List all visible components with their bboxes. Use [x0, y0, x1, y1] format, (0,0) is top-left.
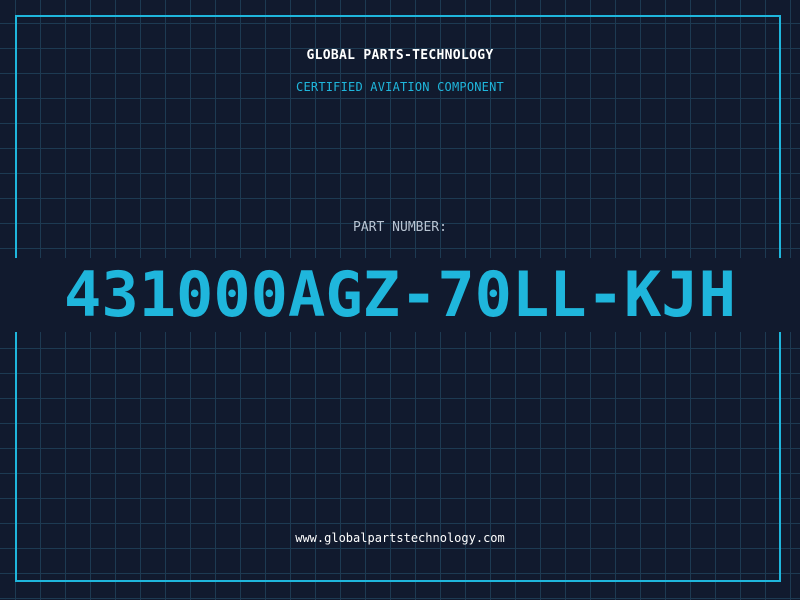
- part-label-card: GLOBAL PARTS-TECHNOLOGY CERTIFIED AVIATI…: [0, 0, 800, 600]
- part-number-value: 431000AGZ-70LL-KJH: [64, 258, 736, 331]
- part-number-label: PART NUMBER:: [353, 220, 447, 235]
- certification-subtitle: CERTIFIED AVIATION COMPONENT: [296, 80, 504, 94]
- company-name: GLOBAL PARTS-TECHNOLOGY: [306, 48, 494, 63]
- website-url: www.globalpartstechnology.com: [295, 531, 505, 545]
